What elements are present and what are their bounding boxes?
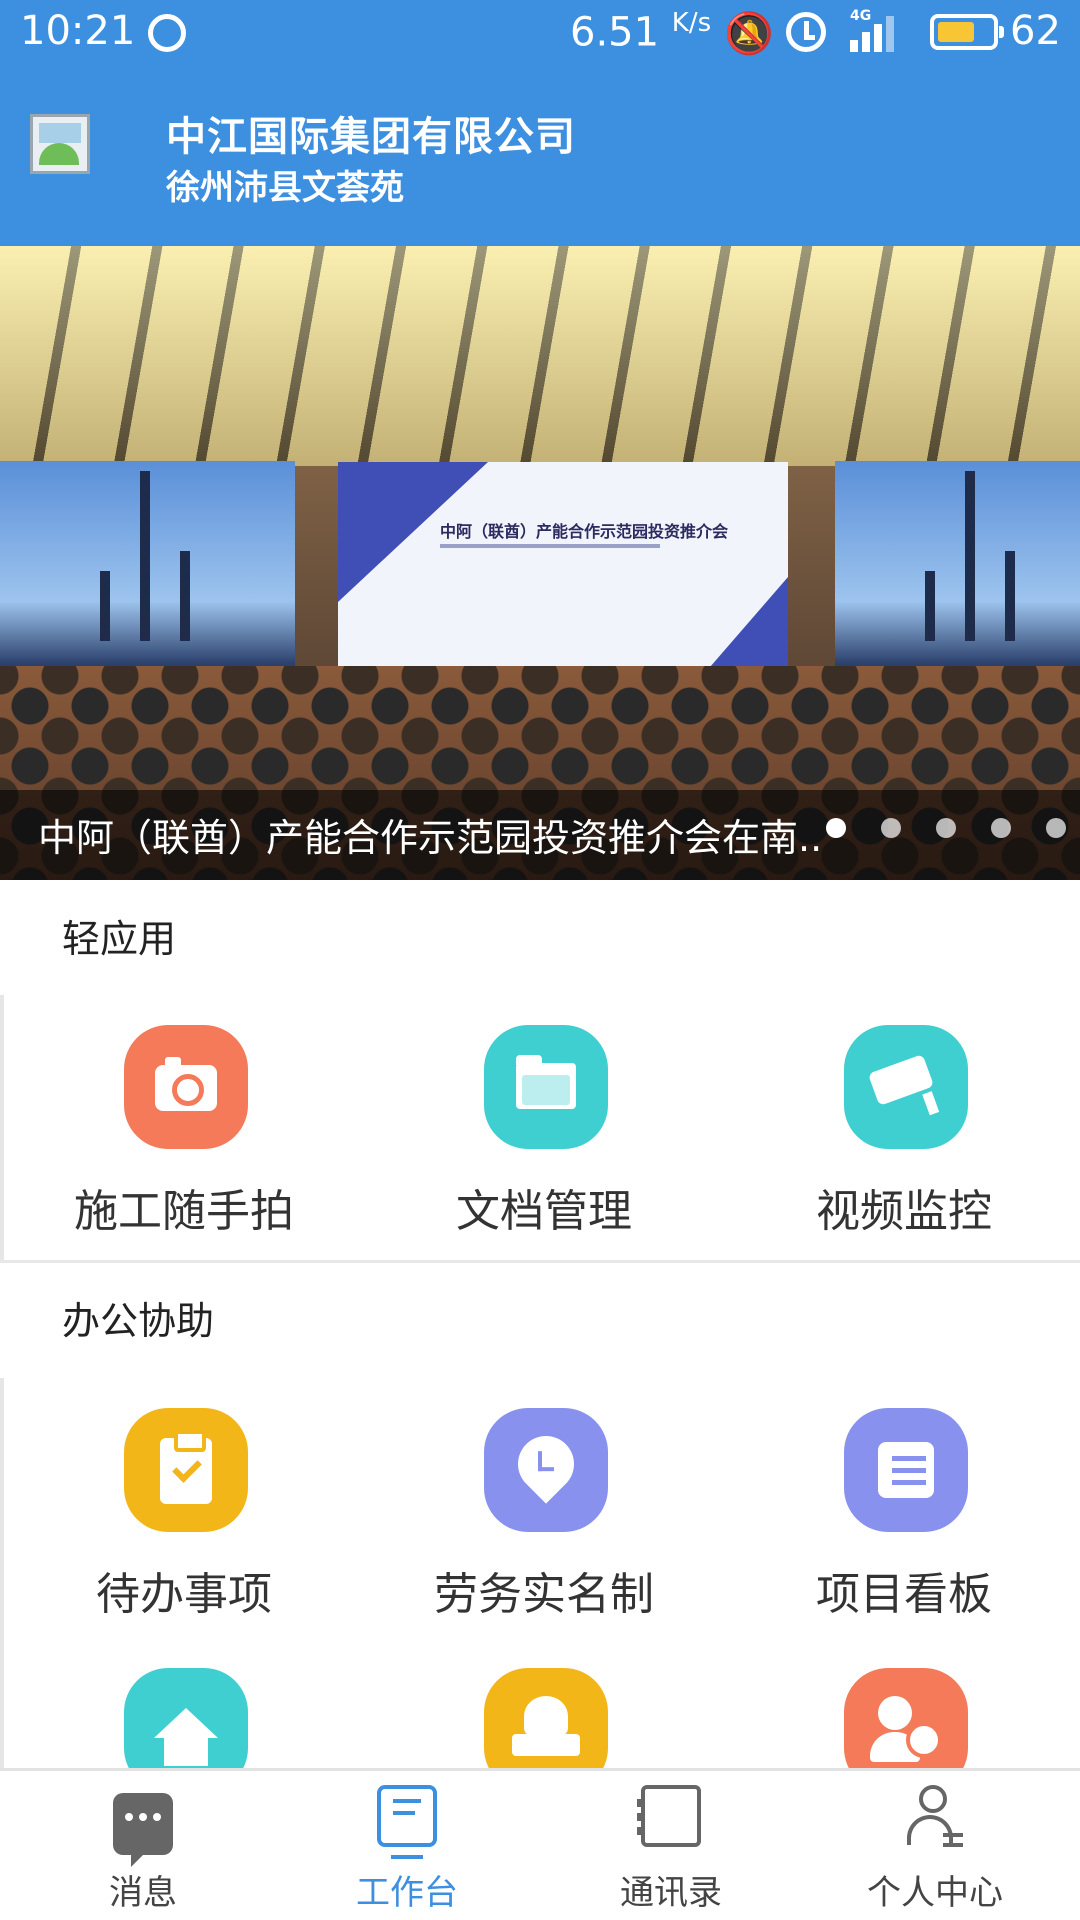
section-title-office-assist: 办公协助 [62, 1299, 215, 1343]
banner-caption[interactable]: 中阿（联酋）产能合作示范园投资推介会在南.. [38, 807, 908, 862]
banner-ceiling-glow [0, 246, 1080, 466]
app-stamp[interactable] [364, 1668, 724, 1768]
signal-icon [850, 12, 900, 52]
company-name: 中江国际集团有限公司 [166, 114, 576, 160]
app-label: 劳务实名制 [434, 1569, 654, 1620]
app-house[interactable] [4, 1668, 364, 1768]
app-video-monitoring[interactable]: 视频监控 [724, 1025, 1080, 1255]
stamp-icon [484, 1668, 608, 1768]
notification-icon [148, 14, 186, 52]
app-label: 施工随手拍 [74, 1186, 294, 1237]
carousel-dot[interactable] [1046, 818, 1066, 838]
mute-icon: 🔕 [724, 11, 774, 57]
nav-messages[interactable]: 消息 [8, 1771, 278, 1920]
network-speed-unit: K/s [671, 8, 712, 38]
carousel-dot[interactable] [991, 818, 1011, 838]
folder-icon [484, 1025, 608, 1149]
nav-contacts[interactable]: 通讯录 [536, 1771, 806, 1920]
project-name[interactable]: 徐州沛县文荟苑 [166, 160, 404, 209]
user-icon [905, 1785, 965, 1847]
office-assist-grid: 待办事项 劳务实名制 项目看板 [0, 1378, 1080, 1768]
battery-icon [930, 14, 1004, 50]
person-clock-icon [844, 1668, 968, 1768]
app-header: 中江国际集团有限公司 徐州沛县文荟苑 [0, 64, 1080, 246]
bottom-navigation: 消息 工作台 通讯录 个人中心 [0, 1768, 1080, 1920]
app-project-board[interactable]: 项目看板 [724, 1408, 1080, 1638]
app-label: 待办事项 [96, 1569, 272, 1620]
news-banner-carousel[interactable]: 中阿（联酋）产能合作示范园投资推介会 中阿（联酋）产能合作示范园投资推介会在南.… [0, 246, 1080, 880]
app-label: 文档管理 [456, 1186, 632, 1237]
message-icon [113, 1793, 173, 1867]
nav-profile[interactable]: 个人中心 [800, 1771, 1070, 1920]
nav-label: 工作台 [356, 1873, 458, 1913]
camera-icon [124, 1025, 248, 1149]
app-labor-realname[interactable]: 劳务实名制 [364, 1408, 724, 1638]
location-time-icon [484, 1408, 608, 1532]
contacts-book-icon [637, 1785, 701, 1847]
nav-workbench[interactable]: 工作台 [272, 1771, 542, 1920]
cctv-icon [844, 1025, 968, 1149]
carousel-dot[interactable] [826, 818, 846, 838]
company-logo-icon [30, 114, 90, 174]
app-document-management[interactable]: 文档管理 [364, 1025, 724, 1255]
carousel-dot[interactable] [881, 818, 901, 838]
network-speed-value: 6.51 [570, 9, 660, 56]
carousel-indicator [826, 818, 1066, 838]
status-bar: 10:21 6.51 K/s 🔕 4G 62 [0, 0, 1080, 64]
app-label: 项目看板 [816, 1569, 992, 1620]
nav-label: 个人中心 [867, 1873, 1003, 1913]
carousel-dot[interactable] [936, 818, 956, 838]
app-todo[interactable]: 待办事项 [4, 1408, 364, 1638]
banner-screen-title: 中阿（联酋）产能合作示范园投资推介会 [440, 522, 729, 541]
app-label: 视频监控 [816, 1186, 992, 1237]
section-divider [0, 1260, 1080, 1263]
status-time: 10:21 [20, 8, 136, 54]
house-icon [124, 1668, 248, 1768]
desk-icon [377, 1785, 437, 1859]
app-construction-photo[interactable]: 施工随手拍 [4, 1025, 364, 1255]
nav-label: 消息 [109, 1873, 177, 1913]
light-apps-grid: 施工随手拍 文档管理 视频监控 [0, 995, 1080, 1260]
app-attendance[interactable] [724, 1668, 1080, 1768]
nav-label: 通讯录 [620, 1873, 722, 1913]
alarm-icon [786, 12, 826, 52]
section-title-light-apps: 轻应用 [62, 917, 177, 961]
battery-level: 62 [1010, 8, 1061, 54]
network-speed: 6.51 K/s [570, 8, 711, 55]
clipboard-icon [124, 1408, 248, 1532]
list-icon [844, 1408, 968, 1532]
